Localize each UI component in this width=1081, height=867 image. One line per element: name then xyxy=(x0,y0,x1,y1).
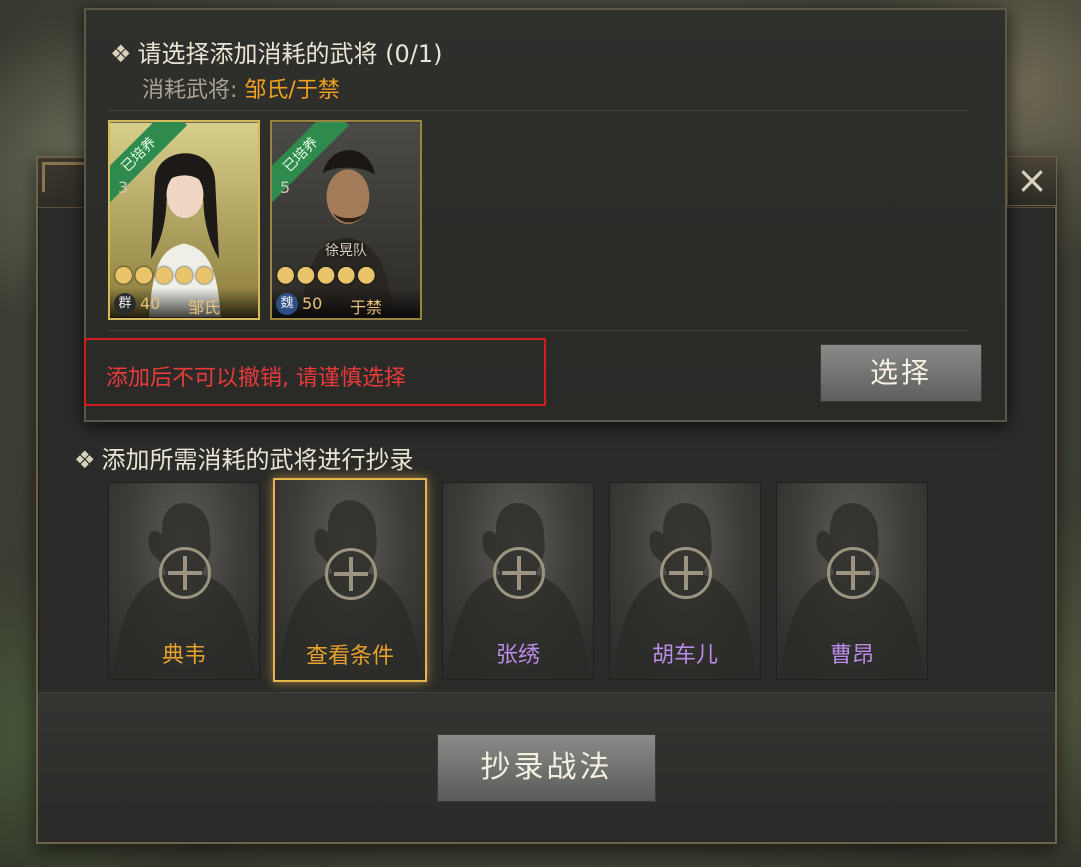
bullet-icon: ❖ xyxy=(110,40,132,68)
hero-card-zou[interactable]: 已培养 3 ●●●●● 群 40 邹氏 xyxy=(108,120,260,320)
popup-subtitle: 消耗武将: 邹氏/于禁 xyxy=(142,78,340,103)
plus-icon xyxy=(660,547,712,599)
faction-badge: 群 xyxy=(114,293,136,315)
bullet-icon: ❖ xyxy=(74,446,96,474)
slot-4[interactable]: 曹昂 xyxy=(776,482,928,680)
slot-3[interactable]: 胡车儿 xyxy=(609,482,761,680)
slot-1[interactable]: 查看条件 xyxy=(273,478,427,682)
hero-cost: 40 xyxy=(140,294,161,313)
select-hero-popup: ❖ 请选择添加消耗的武将 (0/1) 消耗武将: 邹氏/于禁 已培养 3 ●●●●… xyxy=(84,8,1007,422)
section-title: ❖ 添加所需消耗的武将进行抄录 xyxy=(74,446,414,474)
divider xyxy=(108,110,968,111)
hero-cost: 50 xyxy=(302,294,323,313)
hero-name: 于禁 xyxy=(350,298,383,317)
plus-icon xyxy=(159,547,211,599)
plus-icon xyxy=(325,548,377,600)
star-rating: ●●●●● xyxy=(114,262,215,287)
slot-label: 典韦 xyxy=(161,643,206,668)
warning-box: 添加后不可以撤销, 请谨慎选择 xyxy=(84,338,546,406)
slot-0[interactable]: 典韦 xyxy=(108,482,260,680)
slot-label: 查看条件 xyxy=(305,644,394,669)
close-icon: × xyxy=(1016,158,1048,202)
faction-badge: 魏 xyxy=(276,293,298,315)
troop-name: 徐晃队 xyxy=(325,243,367,259)
slot-label: 胡车儿 xyxy=(651,643,718,668)
close-button[interactable]: × xyxy=(1007,156,1057,206)
hero-card-yujin[interactable]: 已培养 5 徐晃队 ●●●●● 魏 50 于禁 xyxy=(270,120,422,320)
plus-icon xyxy=(827,547,879,599)
hero-name: 邹氏 xyxy=(188,298,221,317)
hero-info: 魏 50 于禁 xyxy=(272,288,420,318)
slot-label: 张绣 xyxy=(495,643,540,668)
divider xyxy=(108,330,968,331)
plus-icon xyxy=(493,547,545,599)
slot-label: 曹昂 xyxy=(829,643,874,668)
popup-title: ❖ 请选择添加消耗的武将 (0/1) xyxy=(110,40,443,68)
hero-info: 群 40 邹氏 xyxy=(110,288,258,318)
corner-ornament-top-left xyxy=(42,162,86,192)
star-rating: ●●●●● xyxy=(276,262,377,287)
copy-tactic-button[interactable]: 抄录战法 xyxy=(437,734,656,802)
slot-2[interactable]: 张绣 xyxy=(442,482,594,680)
select-button[interactable]: 选择 xyxy=(820,344,982,402)
warning-text: 添加后不可以撤销, 请谨慎选择 xyxy=(106,366,406,391)
hero-level: 3 xyxy=(118,178,129,197)
hero-level: 5 xyxy=(280,178,291,197)
